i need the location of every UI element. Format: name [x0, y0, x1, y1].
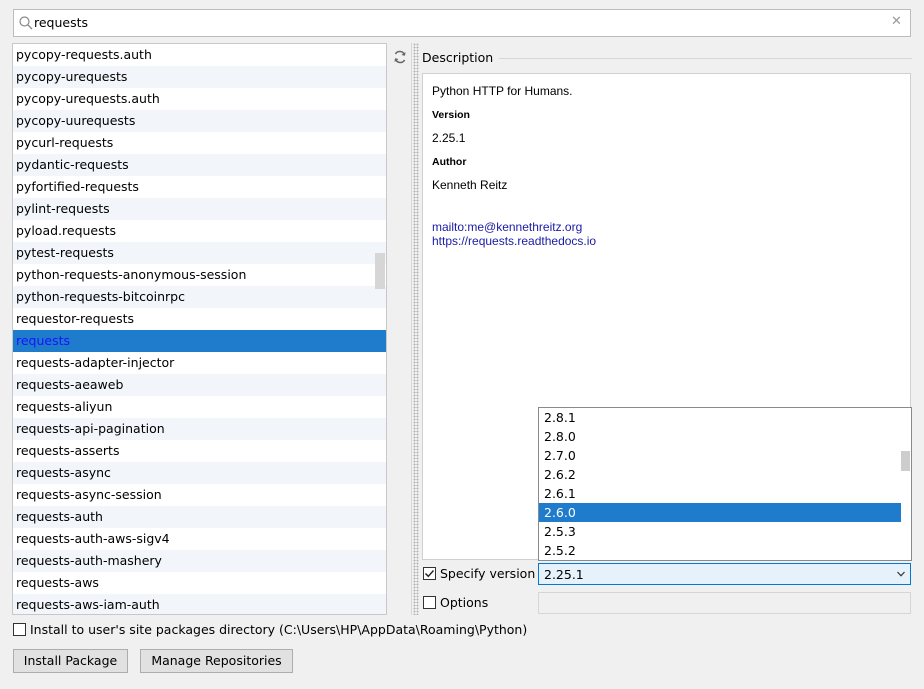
package-list-item[interactable]: pydantic-requests [13, 154, 386, 176]
version-dropdown-list[interactable]: 2.8.1 2.8.0 2.7.0 2.6.2 2.6.1 2.6.0 2.5.3 2.5.2 [538, 407, 912, 561]
package-list-item[interactable]: requests-auth-mashery [13, 550, 386, 572]
package-list-item[interactable]: requests-asserts [13, 440, 386, 462]
package-list-item[interactable]: pycopy-urequests.auth [13, 88, 386, 110]
version-option[interactable]: 2.5.3 [539, 522, 901, 541]
description-heading: Description [422, 50, 500, 65]
package-list-item[interactable]: pycopy-requests.auth [13, 44, 386, 66]
specify-version-label: Specify version [440, 566, 536, 581]
package-list-item[interactable]: requests [13, 330, 386, 352]
package-list-item[interactable]: requests-async [13, 462, 386, 484]
version-option[interactable]: 2.8.0 [539, 427, 901, 446]
package-list-item[interactable]: requests-aws-iam-auth [13, 594, 386, 614]
options-input[interactable] [538, 592, 911, 614]
package-list-item[interactable]: pyload.requests [13, 220, 386, 242]
package-summary: Python HTTP for Humans. [432, 84, 573, 98]
specify-version-checkbox[interactable] [423, 567, 436, 580]
author-email-link[interactable]: mailto:me@kennethreitz.org [432, 220, 582, 234]
package-author: Kenneth Reitz [432, 178, 508, 192]
package-list[interactable]: pycopy-requests.auth pycopy-urequests pyco… [12, 43, 387, 615]
version-option[interactable]: 2.7.0 [539, 446, 901, 465]
version-select-value: 2.25.1 [544, 567, 584, 582]
checkmark-icon [425, 570, 435, 578]
search-field[interactable]: requests ✕ [13, 9, 911, 37]
package-list-item[interactable]: python-requests-bitcoinrpc [13, 286, 386, 308]
version-heading: Version [432, 109, 470, 121]
package-list-item[interactable]: pyfortified-requests [13, 176, 386, 198]
splitter-handle[interactable] [413, 43, 419, 615]
package-list-item[interactable]: requests-api-pagination [13, 418, 386, 440]
package-list-item[interactable]: requests-adapter-injector [13, 352, 386, 374]
version-option[interactable]: 2.6.1 [539, 484, 901, 503]
package-version: 2.25.1 [432, 131, 466, 145]
version-select[interactable]: 2.25.1 [538, 563, 911, 585]
package-list-item[interactable]: pytest-requests [13, 242, 386, 264]
refresh-icon[interactable] [392, 49, 408, 65]
version-option[interactable]: 2.6.2 [539, 465, 901, 484]
search-icon [19, 16, 33, 30]
author-heading: Author [432, 156, 467, 168]
search-input[interactable]: requests [34, 15, 88, 30]
clear-search-icon[interactable]: ✕ [891, 15, 903, 29]
package-list-item[interactable]: requests-auth-aws-sigv4 [13, 528, 386, 550]
install-package-button[interactable]: Install Package [13, 649, 128, 673]
install-user-checkbox[interactable] [13, 623, 26, 636]
package-list-item[interactable]: requests-aeaweb [13, 374, 386, 396]
package-list-item[interactable]: requests-aws [13, 572, 386, 594]
package-list-scrollbar-thumb[interactable] [375, 253, 385, 289]
manage-repositories-button[interactable]: Manage Repositories [140, 649, 293, 673]
version-option[interactable]: 2.6.0 [539, 503, 901, 522]
refresh-column [387, 43, 412, 615]
version-option[interactable]: 2.5.2 [539, 541, 901, 560]
package-list-item[interactable]: requestor-requests [13, 308, 386, 330]
options-label: Options [440, 595, 489, 610]
chevron-down-icon [897, 571, 905, 577]
package-list-item[interactable]: pycurl-requests [13, 132, 386, 154]
package-list-item[interactable]: requests-async-session [13, 484, 386, 506]
install-user-label: Install to user's site packages director… [30, 622, 528, 637]
package-list-item[interactable]: pylint-requests [13, 198, 386, 220]
package-list-item[interactable]: requests-auth [13, 506, 386, 528]
package-list-item[interactable]: requests-aliyun [13, 396, 386, 418]
package-list-item[interactable]: pycopy-urequests [13, 66, 386, 88]
group-divider [488, 58, 912, 59]
options-checkbox[interactable] [423, 596, 436, 609]
version-option[interactable]: 2.8.1 [539, 408, 901, 427]
homepage-link[interactable]: https://requests.readthedocs.io [432, 234, 596, 248]
package-list-item[interactable]: pycopy-uurequests [13, 110, 386, 132]
package-list-item[interactable]: python-requests-anonymous-session [13, 264, 386, 286]
version-list-scrollbar-thumb[interactable] [901, 451, 910, 471]
